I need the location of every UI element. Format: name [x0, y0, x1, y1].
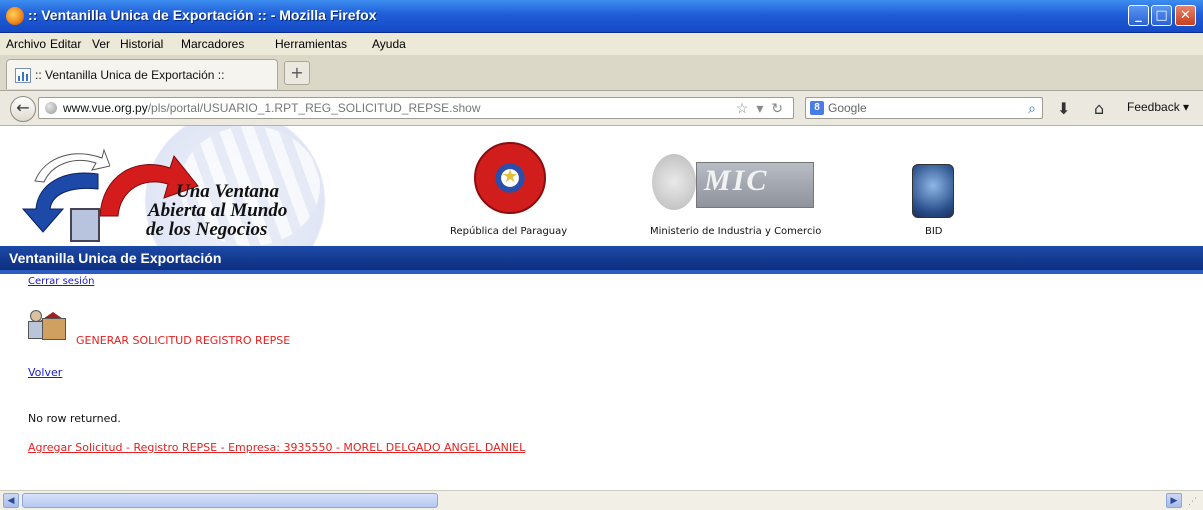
back-button[interactable]: ← [10, 96, 36, 122]
user-house-icon [26, 310, 66, 342]
mic-emblem-icon [652, 154, 696, 210]
menu-ver[interactable]: Ver [92, 37, 110, 51]
feedback-button[interactable]: Feedback ▾ [1127, 100, 1189, 114]
window-title-bar: :: Ventanilla Unica de Exportación :: - … [0, 0, 1203, 33]
globe-icon [45, 102, 57, 114]
mic-logo: MIC [652, 154, 814, 212]
maximize-icon[interactable]: □ [1151, 5, 1172, 26]
slogan: Una Ventana Abierta al Mundo de los Nego… [146, 181, 288, 240]
logo-caption-mic: Ministerio de Industria y Comercio [650, 226, 822, 237]
resize-grip-icon[interactable]: ⋰ [1188, 497, 1198, 507]
chart-favicon-icon [15, 68, 31, 83]
horizontal-scrollbar[interactable]: ◀ ▶ ⋰ [0, 490, 1203, 510]
mic-logo-text: MIC [704, 164, 769, 197]
firefox-icon [6, 7, 24, 25]
white-arrow-icon [34, 148, 110, 183]
scroll-left-icon[interactable]: ◀ [3, 493, 19, 508]
download-icon[interactable]: ⬇ [1057, 99, 1070, 118]
window-title: :: Ventanilla Unica de Exportación :: - … [28, 7, 377, 23]
search-engine-label: Google [828, 101, 867, 115]
search-box[interactable]: 8 Google ⌕ [805, 97, 1043, 119]
paraguay-seal-icon: ★ [474, 142, 546, 214]
page-heading: GENERAR SOLICITUD REGISTRO REPSE [76, 334, 291, 347]
google-icon: 8 [810, 101, 824, 115]
site-header-title: Ventanilla Unica de Exportación [9, 250, 222, 266]
tab-bar: :: Ventanilla Unica de Exportación :: + [0, 55, 1203, 91]
menu-archivo[interactable]: Archivo [6, 37, 46, 51]
logo-caption-paraguay: República del Paraguay [450, 226, 568, 237]
menu-bar: Archivo Editar Ver Historial Marcadores … [0, 33, 1203, 55]
close-icon[interactable]: ✕ [1175, 5, 1196, 26]
search-icon[interactable]: ⌕ [1028, 100, 1036, 117]
url-text: www.vue.org.py/pls/portal/USUARIO_1.RPT_… [63, 101, 481, 115]
home-icon[interactable]: ⌂ [1094, 99, 1104, 118]
back-link[interactable]: Volver [28, 366, 62, 379]
status-text: No row returned. [28, 412, 121, 425]
menu-ayuda[interactable]: Ayuda [372, 37, 406, 51]
bid-logo-icon [912, 164, 954, 218]
bookmark-star-icon[interactable]: ☆ ▾ ↻ [736, 100, 785, 117]
site-header-bar: Ventanilla Unica de Exportación [0, 246, 1203, 274]
scroll-right-icon[interactable]: ▶ [1166, 493, 1182, 508]
add-request-link[interactable]: Agregar Solicitud - Registro REPSE - Emp… [28, 441, 525, 454]
menu-herramientas[interactable]: Herramientas [275, 37, 347, 51]
menu-marcadores[interactable]: Marcadores [181, 37, 244, 51]
tab-ventanilla[interactable]: :: Ventanilla Unica de Exportación :: [6, 59, 278, 89]
navigation-bar: ← www.vue.org.py/pls/portal/USUARIO_1.RP… [0, 91, 1203, 126]
url-bar[interactable]: www.vue.org.py/pls/portal/USUARIO_1.RPT_… [38, 97, 794, 119]
logout-link[interactable]: Cerrar sesión [28, 276, 94, 287]
new-tab-button[interactable]: + [284, 61, 310, 85]
logo-caption-bid: BID [925, 226, 943, 237]
document-logo-icon [70, 208, 100, 242]
minimize-icon[interactable]: _ [1128, 5, 1149, 26]
scroll-thumb[interactable] [22, 493, 438, 508]
site-banner: Una Ventana Abierta al Mundo de los Nego… [0, 126, 1203, 246]
tab-label: :: Ventanilla Unica de Exportación :: [35, 68, 225, 82]
menu-editar[interactable]: Editar [50, 37, 81, 51]
menu-historial[interactable]: Historial [120, 37, 163, 51]
